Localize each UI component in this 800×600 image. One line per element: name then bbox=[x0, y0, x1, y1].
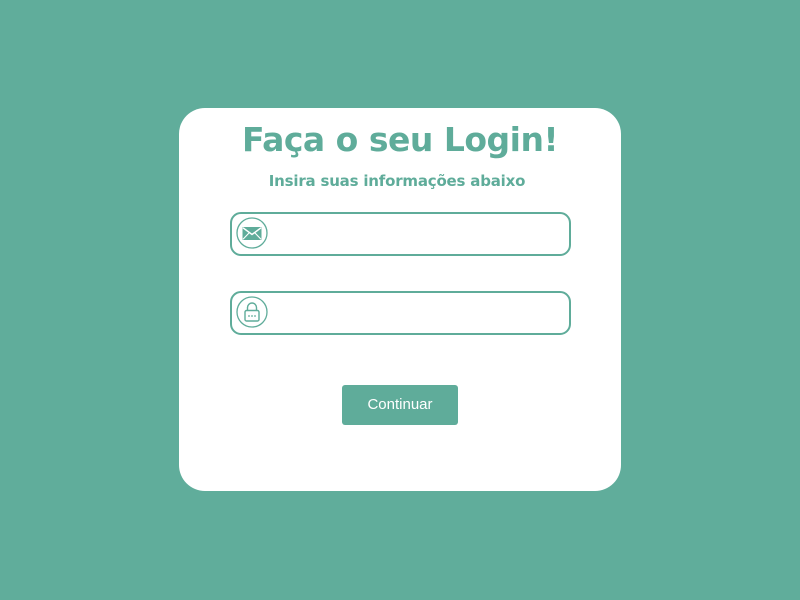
password-input[interactable] bbox=[276, 293, 561, 333]
password-field[interactable] bbox=[230, 291, 571, 335]
lock-icon bbox=[236, 296, 268, 328]
login-title: Faça o seu Login! bbox=[241, 120, 559, 159]
email-field[interactable] bbox=[230, 212, 571, 256]
envelope-icon bbox=[236, 217, 268, 249]
email-input[interactable] bbox=[276, 214, 561, 254]
login-subtitle: Insira suas informações abaixo bbox=[268, 172, 526, 190]
login-card: Faça o seu Login! Insira suas informaçõe… bbox=[179, 108, 621, 491]
continue-button[interactable]: Continuar bbox=[342, 385, 458, 425]
